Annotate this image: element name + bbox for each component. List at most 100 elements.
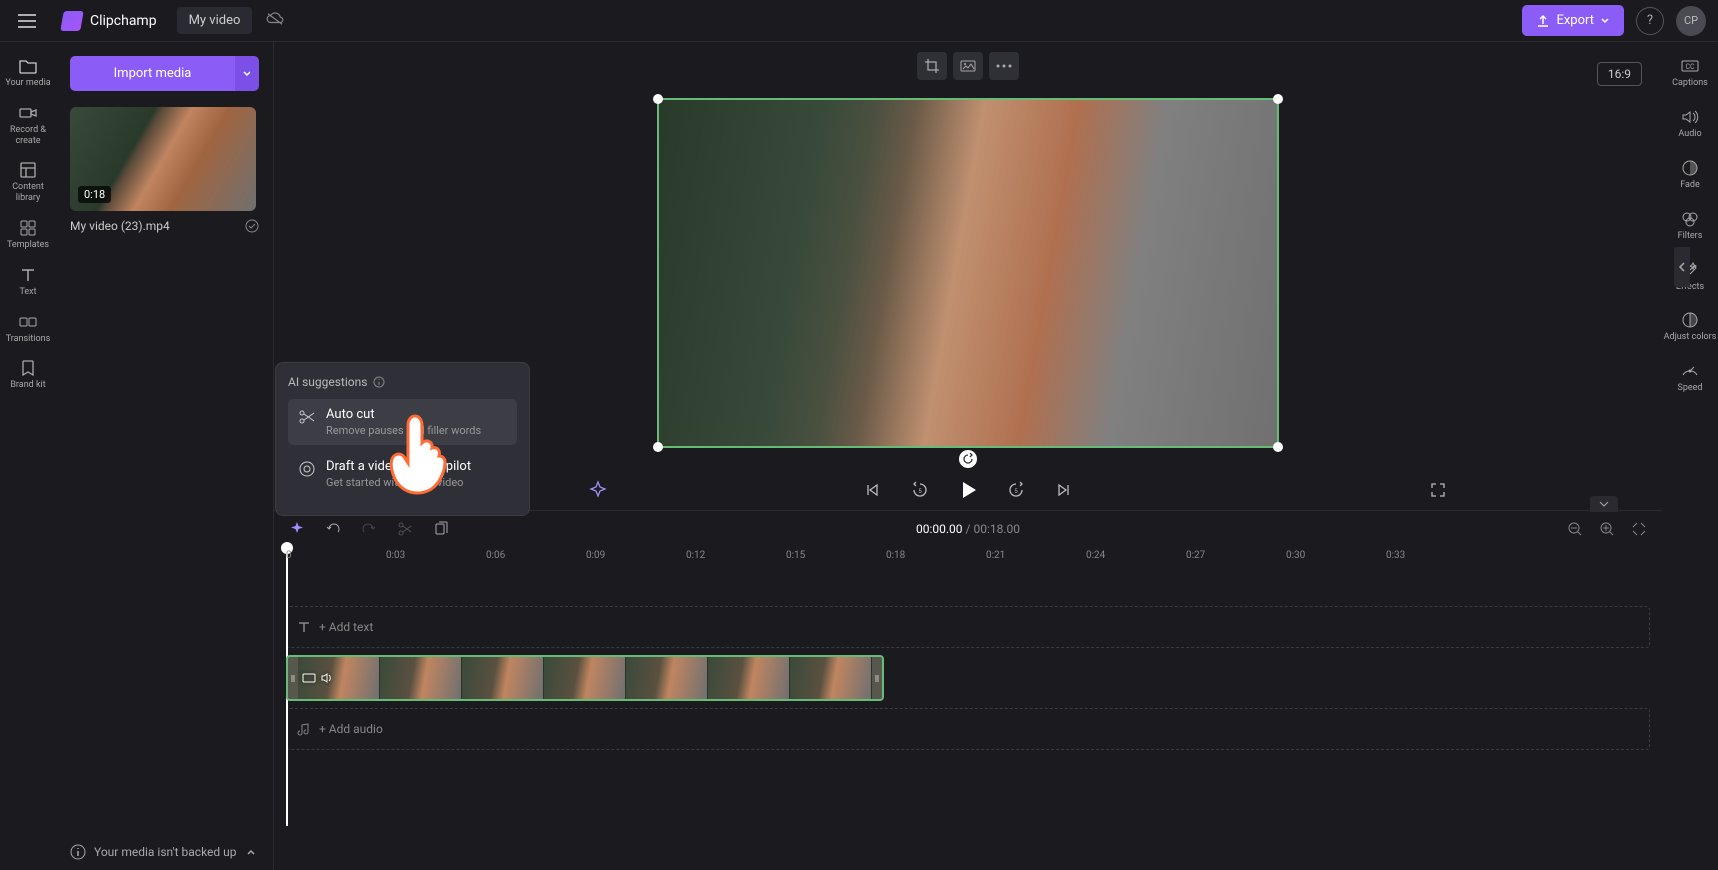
timeline-tick: 0:30 — [1286, 550, 1305, 561]
scissors-icon — [397, 521, 413, 537]
redo-icon — [361, 521, 377, 537]
timeline-tick: 0:15 — [786, 550, 805, 561]
video-track[interactable]: || || — [286, 654, 1650, 702]
split-button[interactable] — [394, 518, 416, 540]
play-button[interactable] — [954, 476, 982, 504]
scissors-sparkle-icon — [298, 408, 316, 426]
nav-transitions[interactable]: Transitions — [0, 312, 56, 345]
add-text-label: + Add text — [319, 620, 1639, 634]
timeline-tick: 0:27 — [1186, 550, 1205, 561]
timeline-collapse[interactable] — [1590, 496, 1618, 512]
hamburger-menu[interactable] — [12, 6, 42, 36]
rewind-button[interactable]: 5 — [906, 476, 934, 504]
nav-text[interactable]: Text — [0, 265, 56, 298]
crop-button[interactable] — [917, 52, 947, 80]
zoom-in-icon — [1599, 521, 1615, 537]
clipchamp-logo-icon — [60, 11, 84, 31]
sparkle-icon — [289, 521, 305, 537]
skip-start-button[interactable] — [858, 476, 886, 504]
nav-brand-kit[interactable]: Brand kit — [0, 358, 56, 391]
chevron-left-icon — [1678, 261, 1686, 273]
nav-content-library[interactable]: Content library — [0, 160, 56, 204]
audio-clip-icon — [320, 671, 334, 685]
import-media-dropdown[interactable] — [235, 56, 259, 91]
svg-text:5: 5 — [918, 488, 922, 495]
zoom-fit-icon — [1631, 521, 1647, 537]
cloud-sync-off-icon[interactable] — [266, 11, 284, 30]
timeline-tick: 0:24 — [1086, 550, 1105, 561]
nav-your-media[interactable]: Your media — [0, 56, 56, 89]
project-name-field[interactable]: My video — [177, 7, 253, 34]
help-button[interactable]: ? — [1636, 7, 1664, 35]
resize-handle-br[interactable] — [1273, 442, 1283, 452]
export-button[interactable]: Export — [1522, 5, 1624, 36]
zoom-fit-button[interactable] — [1628, 518, 1650, 540]
info-icon[interactable] — [373, 376, 385, 388]
fit-button[interactable] — [953, 52, 983, 80]
forward-5-icon: 5 — [1007, 481, 1025, 499]
upload-icon — [1536, 14, 1550, 28]
text-track[interactable]: + Add text — [286, 606, 1650, 648]
ai-sparkle-button[interactable] — [584, 476, 612, 504]
transitions-icon — [18, 312, 38, 332]
media-thumbnail[interactable]: 0:18 — [70, 107, 256, 211]
more-options-button[interactable] — [989, 52, 1019, 80]
fit-icon — [960, 60, 976, 72]
time-total: 00:18.00 — [973, 522, 1020, 536]
copilot-icon — [298, 460, 316, 478]
copy-button[interactable] — [430, 518, 452, 540]
app-logo[interactable]: Clipchamp — [62, 11, 157, 31]
preview-canvas[interactable] — [657, 98, 1279, 448]
forward-button[interactable]: 5 — [1002, 476, 1030, 504]
resize-handle-bl[interactable] — [653, 442, 663, 452]
undo-icon — [325, 521, 341, 537]
timeline-tick: 0:03 — [386, 550, 405, 561]
right-panel-collapse[interactable] — [1660, 42, 1704, 492]
undo-button[interactable] — [322, 518, 344, 540]
timeline-tick: 0:12 — [686, 550, 705, 561]
clip-handle-left[interactable]: || — [288, 657, 298, 699]
play-icon — [957, 479, 979, 501]
ai-item-title: Draft a video with Copilot — [326, 459, 507, 474]
timeline-tick: 0:33 — [1386, 550, 1405, 561]
add-audio-label: + Add audio — [319, 722, 1639, 736]
ai-item-desc: Get started with a first video — [326, 476, 507, 489]
nav-templates[interactable]: Templates — [0, 218, 56, 251]
aspect-ratio-badge[interactable]: 16:9 — [1597, 62, 1642, 86]
crop-icon — [924, 58, 940, 74]
user-avatar[interactable]: CP — [1676, 6, 1706, 36]
zoom-in-button[interactable] — [1596, 518, 1618, 540]
templates-icon — [18, 218, 38, 238]
resize-handle-tl[interactable] — [653, 94, 663, 104]
import-media-button[interactable]: Import media — [70, 56, 235, 91]
resize-handle-tr[interactable] — [1273, 94, 1283, 104]
timeline-tick: 0:18 — [886, 550, 905, 561]
skip-start-icon — [864, 482, 880, 498]
timeline-ai-sparkle[interactable] — [286, 518, 308, 540]
check-circle-icon — [245, 219, 259, 233]
ai-draft-copilot-item[interactable]: Draft a video with Copilot Get started w… — [288, 451, 517, 497]
sparkle-icon — [588, 480, 608, 500]
music-note-icon — [297, 722, 311, 736]
timeline-ruler[interactable]: 00:030:060:090:120:150:180:210:240:270:3… — [274, 546, 1662, 570]
zoom-out-icon — [1567, 521, 1583, 537]
audio-track[interactable]: + Add audio — [286, 708, 1650, 750]
clip-handle-right[interactable]: || — [872, 657, 882, 699]
nav-record-create[interactable]: Record & create — [0, 103, 56, 147]
timeline-tick: 0:06 — [486, 550, 505, 561]
ai-suggestions-popup: AI suggestions Auto cut Remove pauses an… — [275, 362, 530, 516]
skip-end-button[interactable] — [1050, 476, 1078, 504]
rewind-5-icon: 5 — [911, 481, 929, 499]
redo-button[interactable] — [358, 518, 380, 540]
chevron-up-icon — [245, 846, 257, 858]
chevron-down-icon — [1600, 16, 1610, 26]
backup-notice[interactable]: Your media isn't backed up — [70, 844, 257, 860]
camera-icon — [18, 103, 38, 123]
zoom-out-button[interactable] — [1564, 518, 1586, 540]
ai-auto-cut-item[interactable]: Auto cut Remove pauses and filler words — [288, 399, 517, 445]
rotate-handle[interactable] — [959, 450, 977, 468]
dots-icon — [996, 64, 1012, 68]
video-clip[interactable]: || || — [286, 655, 884, 701]
library-icon — [18, 160, 38, 180]
fullscreen-button[interactable] — [1424, 476, 1452, 504]
